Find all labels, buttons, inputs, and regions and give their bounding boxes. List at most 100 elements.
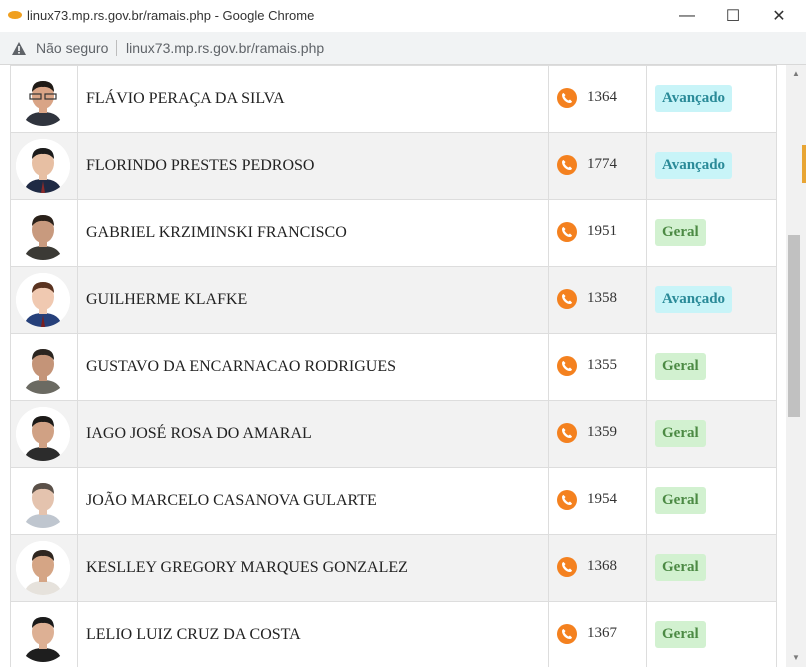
extension-cell: 1774 (549, 133, 647, 199)
name-cell: JOÃO MARCELO CASANOVA GULARTE (78, 468, 549, 534)
level-cell: Avançado (647, 66, 777, 132)
level-badge: Geral (655, 420, 706, 447)
minimize-button[interactable]: — (664, 0, 710, 32)
extension-number: 1359 (587, 424, 617, 440)
extension-number: 1954 (587, 491, 617, 507)
extension-number: 1358 (587, 290, 617, 306)
phone-icon (557, 289, 577, 309)
photo-cell (11, 267, 78, 333)
level-cell: Avançado (647, 267, 777, 333)
background-window-edge (802, 145, 806, 183)
extension-number: 1368 (587, 558, 617, 574)
table-row: GUSTAVO DA ENCARNACAO RODRIGUES 1355 Geral (10, 334, 777, 401)
avatar (16, 273, 70, 327)
scroll-down-arrow-icon[interactable]: ▼ (786, 649, 806, 667)
close-icon: ✕ (772, 8, 786, 25)
photo-cell (11, 468, 78, 534)
extension-cell: 1367 (549, 602, 647, 667)
name-cell: GUSTAVO DA ENCARNACAO RODRIGUES (78, 334, 549, 400)
person-name: KESLLEY GREGORY MARQUES GONZALEZ (86, 559, 408, 576)
phone-icon (557, 222, 577, 242)
level-badge: Geral (655, 353, 706, 380)
photo-cell (11, 535, 78, 601)
page-content: FLÁVIO PERAÇA DA SILVA 1364 Avançado FLORIN… (0, 65, 786, 667)
person-name: FLORINDO PRESTES PEDROSO (86, 157, 315, 174)
avatar (16, 608, 70, 662)
phone-icon (557, 423, 577, 443)
avatar (16, 72, 70, 126)
level-badge: Avançado (655, 85, 733, 112)
table-row: JOÃO MARCELO CASANOVA GULARTE 1954 Geral (10, 468, 777, 535)
person-name: LELIO LUIZ CRUZ DA COSTA (86, 626, 301, 643)
minimize-icon: — (679, 7, 695, 24)
person-name: GABRIEL KRZIMINSKI FRANCISCO (86, 224, 347, 241)
table-row: GUILHERME KLAFKE 1358 Avançado (10, 267, 777, 334)
extension-cell: 1368 (549, 535, 647, 601)
security-status-label[interactable]: Não seguro (36, 40, 108, 56)
photo-cell (11, 602, 78, 667)
phone-icon (557, 356, 577, 376)
extension-number: 1951 (587, 223, 617, 239)
extensions-table: FLÁVIO PERAÇA DA SILVA 1364 Avançado FLORIN… (10, 65, 777, 667)
extension-cell: 1951 (549, 200, 647, 266)
table-row: FLÁVIO PERAÇA DA SILVA 1364 Avançado (10, 66, 777, 133)
scrollbar-thumb[interactable] (788, 235, 800, 417)
close-button[interactable]: ✕ (756, 0, 802, 32)
name-cell: GUILHERME KLAFKE (78, 267, 549, 333)
name-cell: FLÁVIO PERAÇA DA SILVA (78, 66, 549, 132)
name-cell: FLORINDO PRESTES PEDROSO (78, 133, 549, 199)
extension-cell: 1954 (549, 468, 647, 534)
table-row: KESLLEY GREGORY MARQUES GONZALEZ 1368 Gera… (10, 535, 777, 602)
table-row: FLORINDO PRESTES PEDROSO 1774 Avançado (10, 133, 777, 200)
phone-icon (557, 557, 577, 577)
table-row: IAGO JOSÉ ROSA DO AMARAL 1359 Geral (10, 401, 777, 468)
url-text[interactable]: linux73.mp.rs.gov.br/ramais.php (126, 40, 324, 56)
level-cell: Geral (647, 401, 777, 467)
person-name: GUSTAVO DA ENCARNACAO RODRIGUES (86, 358, 397, 375)
photo-cell (11, 66, 78, 132)
table-row: LELIO LUIZ CRUZ DA COSTA 1367 Geral (10, 602, 777, 667)
level-badge: Geral (655, 219, 706, 246)
avatar (16, 206, 70, 260)
person-name: JOÃO MARCELO CASANOVA GULARTE (86, 492, 377, 509)
level-cell: Geral (647, 602, 777, 667)
extension-number: 1367 (587, 625, 617, 641)
name-cell: GABRIEL KRZIMINSKI FRANCISCO (78, 200, 549, 266)
person-name: FLÁVIO PERAÇA DA SILVA (86, 90, 285, 107)
extension-cell: 1364 (549, 66, 647, 132)
level-cell: Geral (647, 535, 777, 601)
avatar (16, 541, 70, 595)
extension-number: 1355 (587, 357, 617, 373)
level-cell: Geral (647, 468, 777, 534)
extension-number: 1774 (587, 156, 617, 172)
phone-icon (557, 624, 577, 644)
favicon-icon (8, 11, 22, 19)
table-row: GABRIEL KRZIMINSKI FRANCISCO 1951 Geral (10, 200, 777, 267)
avatar (16, 474, 70, 528)
extension-cell: 1359 (549, 401, 647, 467)
avatar (16, 139, 70, 193)
address-bar[interactable]: Não seguro linux73.mp.rs.gov.br/ramais.p… (0, 32, 806, 65)
photo-cell (11, 401, 78, 467)
scroll-up-arrow-icon[interactable]: ▲ (786, 65, 806, 83)
maximize-button[interactable]: ☐ (710, 0, 756, 32)
phone-icon (557, 490, 577, 510)
avatar (16, 340, 70, 394)
level-badge: Avançado (655, 286, 733, 313)
warning-triangle-icon[interactable] (12, 42, 26, 55)
window-title: linux73.mp.rs.gov.br/ramais.php - Google… (27, 8, 315, 23)
phone-icon (557, 88, 577, 108)
address-separator (116, 40, 117, 56)
person-name: IAGO JOSÉ ROSA DO AMARAL (86, 425, 312, 442)
maximize-icon: ☐ (725, 8, 741, 25)
extension-cell: 1358 (549, 267, 647, 333)
phone-icon (557, 155, 577, 175)
level-cell: Geral (647, 334, 777, 400)
level-badge: Geral (655, 487, 706, 514)
window-titlebar: linux73.mp.rs.gov.br/ramais.php - Google… (0, 0, 806, 33)
name-cell: LELIO LUIZ CRUZ DA COSTA (78, 602, 549, 667)
name-cell: KESLLEY GREGORY MARQUES GONZALEZ (78, 535, 549, 601)
avatar (16, 407, 70, 461)
extension-cell: 1355 (549, 334, 647, 400)
photo-cell (11, 133, 78, 199)
